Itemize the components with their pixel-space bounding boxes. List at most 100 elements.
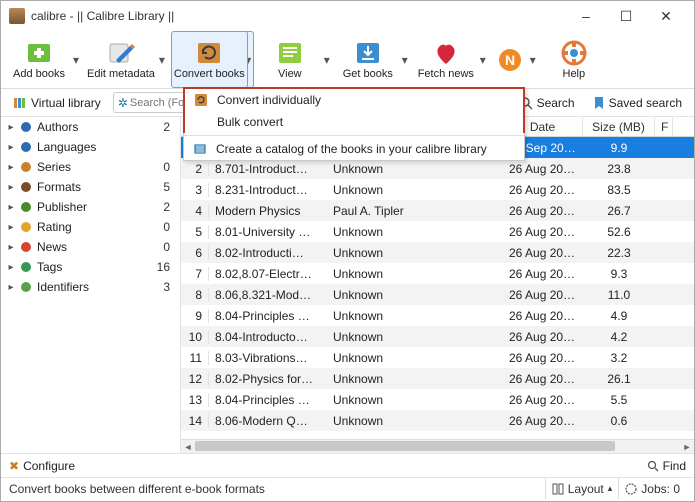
expand-arrow-icon: ▸ [7,122,15,133]
menu-bulk-convert[interactable]: Bulk convert [185,111,523,133]
star-icon [19,220,33,234]
table-row[interactable]: 88.06,8.321-Mod…Unknown26 Aug 20…11.0 [181,284,694,305]
news-badge-icon: N [494,46,526,74]
sidebar-item-formats[interactable]: ▸Formats5 [1,177,180,197]
col-last[interactable]: F [655,117,673,136]
cell-author: Paul A. Tipler [327,204,503,218]
edit-metadata-dropdown[interactable]: ▾ [157,31,167,88]
virtual-library-button[interactable]: Virtual library [7,94,107,112]
convert-books-button[interactable]: Convert books [171,31,248,88]
cell-size: 11.0 [583,288,655,302]
sidebar-item-count: 3 [163,280,174,294]
table-row[interactable]: 118.03-Vibrations…Unknown26 Aug 20…3.2 [181,347,694,368]
sidebar-item-tags[interactable]: ▸Tags16 [1,257,180,277]
find-button[interactable]: Find [647,459,686,473]
add-books-dropdown[interactable]: ▾ [71,31,81,88]
table-row[interactable]: 98.04-Principles …Unknown26 Aug 20…4.9 [181,305,694,326]
cell-index: 13 [181,393,209,407]
sidebar-item-publisher[interactable]: ▸Publisher2 [1,197,180,217]
scroll-left-arrow[interactable]: ◄ [181,440,195,454]
table-row[interactable]: 108.04-Introducto…Unknown26 Aug 20…4.2 [181,326,694,347]
svg-text:N: N [505,52,515,68]
jobs-icon [625,483,637,495]
identifier-icon [19,280,33,294]
status-bar: Convert books between different e-book f… [1,477,694,499]
jobs-button[interactable]: Jobs: 0 [618,478,686,499]
sidebar-item-rating[interactable]: ▸Rating0 [1,217,180,237]
sidebar-item-count: 2 [163,120,174,134]
main-content: ▸Authors2▸Languages▸Series0▸Formats5▸Pub… [1,117,694,453]
cell-date: 26 Aug 20… [503,288,583,302]
help-button[interactable]: Help [542,31,606,88]
sidebar-item-label: Tags [37,260,153,274]
table-row[interactable]: 138.04-Principles …Unknown26 Aug 20…5.5 [181,389,694,410]
cell-size: 23.8 [583,162,655,176]
sidebar-item-identifiers[interactable]: ▸Identifiers3 [1,277,180,297]
sidebar-item-series[interactable]: ▸Series0 [1,157,180,177]
publisher-icon [19,200,33,214]
cell-date: 26 Aug 20… [503,330,583,344]
menu-bulk-convert-label: Bulk convert [217,115,283,129]
get-books-icon [352,39,384,67]
cell-index: 5 [181,225,209,239]
cell-index: 14 [181,414,209,428]
table-row[interactable]: 38.231-Introduct…Unknown26 Aug 20…83.5 [181,179,694,200]
menu-create-catalog[interactable]: Create a catalog of the books in your ca… [184,138,524,160]
convert-icon [193,92,209,108]
scroll-right-arrow[interactable]: ► [680,440,694,454]
view-button[interactable]: View [258,31,322,88]
view-dropdown[interactable]: ▾ [322,31,332,88]
cell-index: 4 [181,204,209,218]
layout-button[interactable]: Layout ▴ [545,478,619,499]
find-icon [647,460,659,472]
cell-title: 8.701-Introduct… [209,162,327,176]
maximize-button[interactable]: ☐ [606,2,646,30]
table-row[interactable]: 78.02,8.07-Electr…Unknown26 Aug 20…9.3 [181,263,694,284]
horizontal-scrollbar[interactable]: ◄ ► [181,439,694,453]
news-badge-dropdown[interactable]: ▾ [528,31,538,88]
minimize-button[interactable]: – [566,2,606,30]
cell-index: 10 [181,330,209,344]
menu-separator [184,135,524,136]
main-toolbar: Add books ▾ Edit metadata ▾ Convert book… [1,31,694,89]
catalog-icon [192,141,208,157]
sidebar-item-authors[interactable]: ▸Authors2 [1,117,180,137]
edit-metadata-icon [105,39,137,67]
table-row[interactable]: 4Modern PhysicsPaul A. Tipler26 Aug 20…2… [181,200,694,221]
layout-label: Layout [568,482,604,496]
table-row[interactable]: 128.02-Physics for…Unknown26 Aug 20…26.1 [181,368,694,389]
table-row[interactable]: 148.06-Modern Q…Unknown26 Aug 20…0.6 [181,410,694,431]
sidebar-item-news[interactable]: ▸News0 [1,237,180,257]
get-books-button[interactable]: Get books [336,31,400,88]
expand-arrow-icon: ▸ [7,162,15,173]
sidebar-item-label: Languages [37,140,166,154]
sidebar-item-label: Rating [37,220,159,234]
col-size[interactable]: Size (MB) [583,117,655,136]
get-books-dropdown[interactable]: ▾ [400,31,410,88]
menu-convert-individually[interactable]: Convert individually [185,89,523,111]
formats-icon [19,180,33,194]
configure-button[interactable]: ✖ Configure [9,459,75,473]
fetch-news-button[interactable]: Fetch news [414,31,478,88]
gear-icon: ✲ [118,96,128,110]
window-title: calibre - || Calibre Library || [31,9,566,23]
blank-icon [193,114,209,130]
saved-search-button[interactable]: Saved search [587,94,688,112]
fetch-news-dropdown[interactable]: ▾ [478,31,488,88]
table-row[interactable]: 28.701-Introduct…Unknown26 Aug 20…23.8 [181,158,694,179]
cell-size: 3.2 [583,351,655,365]
edit-metadata-button[interactable]: Edit metadata [85,31,157,88]
table-row[interactable]: 68.02-Introducti…Unknown26 Aug 20…22.3 [181,242,694,263]
close-button[interactable]: ✕ [646,2,686,30]
cell-author: Unknown [327,267,503,281]
cell-date: 26 Aug 20… [503,204,583,218]
add-books-button[interactable]: Add books [7,31,71,88]
scroll-thumb[interactable] [195,441,615,451]
sidebar-item-languages[interactable]: ▸Languages [1,137,180,157]
cell-date: 26 Aug 20… [503,351,583,365]
cell-author: Unknown [327,393,503,407]
fetch-news-icon [430,39,462,67]
cell-author: Unknown [327,309,503,323]
news-badge-button[interactable]: N [492,31,528,88]
table-row[interactable]: 58.01-University …Unknown26 Aug 20…52.6 [181,221,694,242]
